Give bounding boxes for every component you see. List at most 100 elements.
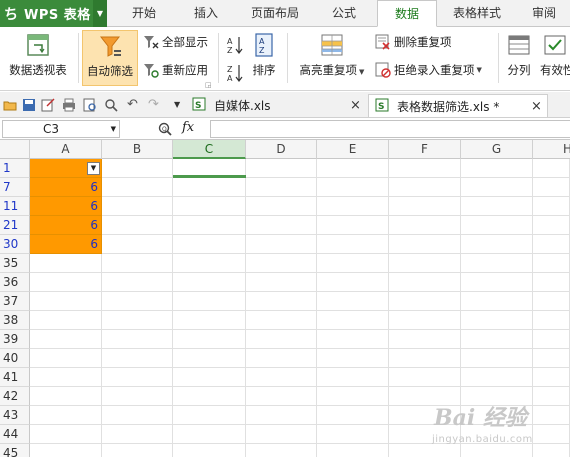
cell-b[interactable]: [102, 311, 173, 330]
cell-c[interactable]: [173, 178, 246, 197]
column-header-g[interactable]: G: [461, 140, 533, 159]
cell-a[interactable]: [30, 349, 102, 368]
delete-duplicates-button[interactable]: 删除重复项: [375, 32, 452, 52]
save-as-icon[interactable]: [41, 98, 55, 112]
cell-d[interactable]: [246, 235, 317, 254]
pivot-table-button[interactable]: 数据透视表: [2, 30, 74, 86]
row-header[interactable]: 41: [0, 368, 30, 387]
cell-g[interactable]: [461, 254, 533, 273]
cell-b[interactable]: [102, 235, 173, 254]
filter-dropdown-icon[interactable]: ▼: [87, 162, 100, 175]
tab-formulas[interactable]: 公式: [318, 0, 370, 27]
highlight-duplicates-button[interactable]: 高亮重复项 ▼: [294, 30, 370, 86]
customize-quick-access-icon[interactable]: ▼: [174, 98, 188, 112]
cell-f[interactable]: [389, 273, 461, 292]
cell-e[interactable]: [317, 387, 389, 406]
cell-c[interactable]: [173, 387, 246, 406]
column-header-a[interactable]: A: [30, 140, 102, 159]
save-icon[interactable]: [22, 98, 36, 112]
cell-e[interactable]: [317, 444, 389, 457]
cell-b[interactable]: [102, 197, 173, 216]
cell-d[interactable]: [246, 273, 317, 292]
row-header[interactable]: 21: [0, 216, 30, 235]
cell-b[interactable]: [102, 368, 173, 387]
validity-button[interactable]: 有效性: [540, 30, 570, 86]
cell-a[interactable]: [30, 368, 102, 387]
cell-c[interactable]: [173, 368, 246, 387]
cell-d[interactable]: [246, 425, 317, 444]
cell-c[interactable]: [173, 406, 246, 425]
cell-d[interactable]: [246, 444, 317, 457]
cell-f[interactable]: [389, 159, 461, 178]
cell-h[interactable]: [533, 216, 570, 235]
cell-f[interactable]: [389, 330, 461, 349]
formula-input[interactable]: [210, 120, 570, 138]
column-header-b[interactable]: B: [102, 140, 173, 159]
cell-a[interactable]: 6: [30, 178, 102, 197]
doc-tab-filter-data[interactable]: S 表格数据筛选.xls * ×: [368, 94, 548, 117]
name-box[interactable]: C3 ▼: [2, 120, 120, 138]
cell-h[interactable]: [533, 292, 570, 311]
cell-d[interactable]: [246, 349, 317, 368]
cell-a[interactable]: [30, 406, 102, 425]
row-header[interactable]: 42: [0, 387, 30, 406]
row-header[interactable]: 45: [0, 444, 30, 457]
tab-page-layout[interactable]: 页面布局: [242, 0, 308, 27]
cell-g[interactable]: [461, 368, 533, 387]
tab-review[interactable]: 审阅: [520, 0, 568, 27]
close-icon[interactable]: ×: [350, 98, 361, 113]
cell-b[interactable]: [102, 159, 173, 178]
sort-descending-button[interactable]: ZA: [226, 59, 246, 83]
cell-e[interactable]: [317, 349, 389, 368]
cell-d[interactable]: [246, 406, 317, 425]
cell-e[interactable]: [317, 159, 389, 178]
cell-e[interactable]: [317, 425, 389, 444]
cell-g[interactable]: [461, 216, 533, 235]
cell-g[interactable]: [461, 235, 533, 254]
cell-a[interactable]: 6: [30, 216, 102, 235]
cell-f[interactable]: [389, 368, 461, 387]
sort-ascending-button[interactable]: AZ: [226, 31, 246, 55]
cell-h[interactable]: [533, 235, 570, 254]
cell-b[interactable]: [102, 387, 173, 406]
cell-c[interactable]: [173, 444, 246, 457]
cell-e[interactable]: [317, 235, 389, 254]
cell-h[interactable]: [533, 254, 570, 273]
cell-h[interactable]: [533, 368, 570, 387]
cell-c[interactable]: [173, 425, 246, 444]
cell-e[interactable]: [317, 406, 389, 425]
row-header[interactable]: 43: [0, 406, 30, 425]
cell-g[interactable]: [461, 159, 533, 178]
cell-f[interactable]: [389, 311, 461, 330]
cell-d[interactable]: [246, 178, 317, 197]
cell-e[interactable]: [317, 311, 389, 330]
cell-h[interactable]: [533, 197, 570, 216]
cell-c[interactable]: [173, 235, 246, 254]
row-header[interactable]: 38: [0, 311, 30, 330]
cell-h[interactable]: [533, 330, 570, 349]
cell-e[interactable]: [317, 292, 389, 311]
cell-g[interactable]: [461, 273, 533, 292]
cell-b[interactable]: [102, 178, 173, 197]
cell-c[interactable]: [173, 330, 246, 349]
row-header[interactable]: 35: [0, 254, 30, 273]
show-all-button[interactable]: 全部显示: [143, 32, 208, 52]
cell-d[interactable]: [246, 159, 317, 178]
cell-f[interactable]: [389, 178, 461, 197]
cell-b[interactable]: [102, 425, 173, 444]
row-header[interactable]: 11: [0, 197, 30, 216]
cell-f[interactable]: [389, 216, 461, 235]
cell-c[interactable]: [173, 292, 246, 311]
cell-c[interactable]: [173, 197, 246, 216]
split-column-button[interactable]: 分列: [502, 30, 536, 86]
cell-h[interactable]: [533, 159, 570, 178]
row-header[interactable]: 30: [0, 235, 30, 254]
cell-c[interactable]: [173, 349, 246, 368]
cell-d[interactable]: [246, 311, 317, 330]
cell-b[interactable]: [102, 444, 173, 457]
cell-g[interactable]: [461, 330, 533, 349]
cell-e[interactable]: [317, 197, 389, 216]
cell-c[interactable]: [173, 311, 246, 330]
cell-a[interactable]: [30, 292, 102, 311]
cell-g[interactable]: [461, 349, 533, 368]
